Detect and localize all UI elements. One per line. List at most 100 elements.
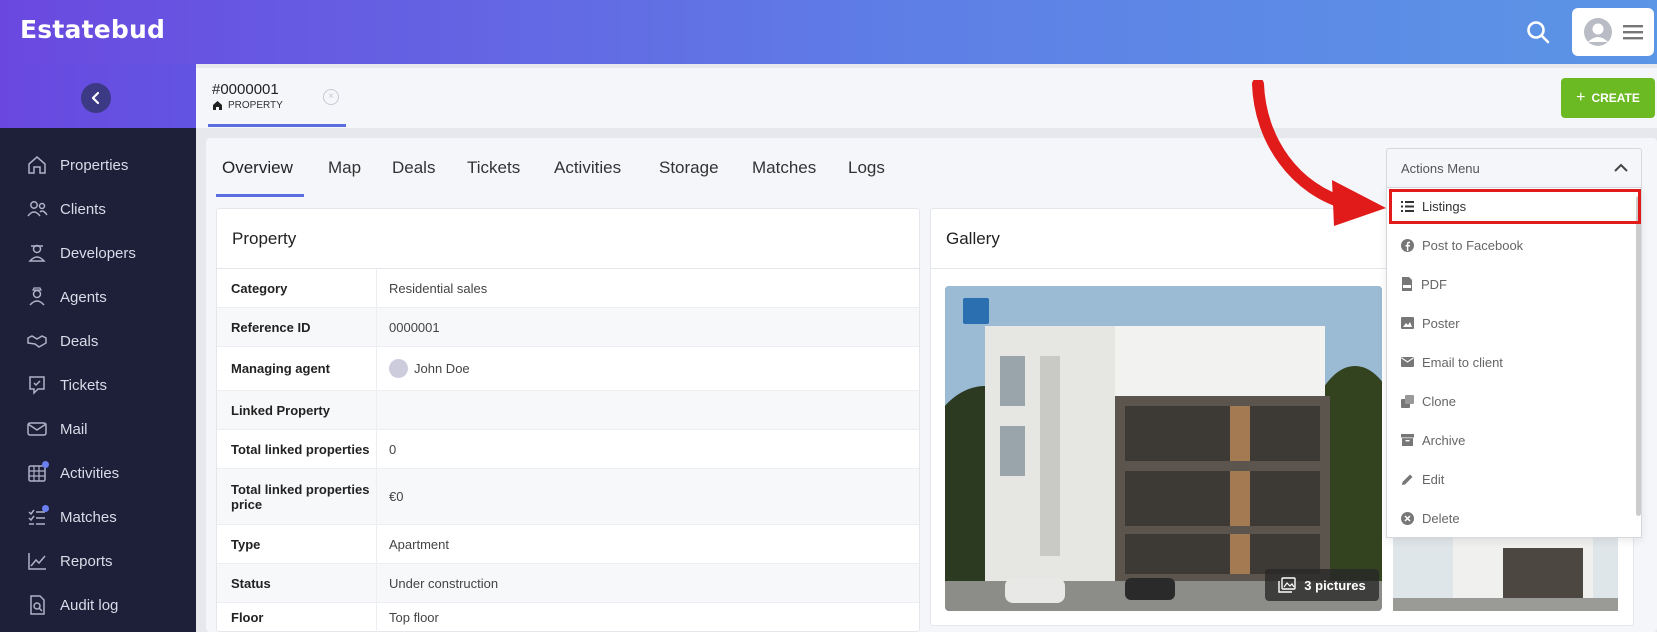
mail-icon <box>27 422 47 436</box>
sidebar-item-matches[interactable]: Matches <box>26 502 117 532</box>
activities-notification-dot <box>42 461 49 468</box>
actions-menu-label: Actions Menu <box>1401 160 1480 176</box>
create-button[interactable]: + CREATE <box>1561 78 1655 118</box>
active-subtab-indicator <box>216 194 304 197</box>
menu-item-archive[interactable]: Archive <box>1401 428 1465 452</box>
sidebar-item-developers[interactable]: Developers <box>26 238 136 268</box>
gallery-card-title: Gallery <box>946 229 1000 248</box>
sidebar-item-label: Activities <box>60 464 120 482</box>
sidebar-item-label: Clients <box>60 200 106 218</box>
sidebar-item-tickets[interactable]: Tickets <box>26 370 107 400</box>
gallery-thumbnail[interactable] <box>1393 538 1618 611</box>
sidebar-item-activities[interactable]: Activities <box>26 458 119 488</box>
avatar <box>1584 18 1612 46</box>
menu-item-poster[interactable]: Poster <box>1401 311 1460 335</box>
menu-item-pdf[interactable]: PDF <box>1401 272 1447 296</box>
row-value: 0000001 <box>389 319 440 335</box>
clone-icon <box>1401 394 1414 408</box>
create-label: CREATE <box>1591 91 1640 105</box>
sidebar-item-label: Properties <box>60 156 129 174</box>
archive-icon <box>1401 434 1414 446</box>
close-tab-button[interactable]: × <box>323 89 339 105</box>
chevron-left-icon <box>91 91 100 105</box>
handshake-icon <box>27 335 47 348</box>
row-value: John Doe <box>377 359 470 378</box>
table-row: Floor Top floor <box>217 603 919 632</box>
property-card-title: Property <box>232 229 297 248</box>
tab-overview[interactable]: Overview <box>222 158 293 178</box>
tab-activities[interactable]: Activities <box>554 158 621 178</box>
pictures-count-button[interactable]: 3 pictures <box>1265 569 1379 601</box>
tab-tickets[interactable]: Tickets <box>467 158 520 178</box>
ticket-icon <box>29 376 45 395</box>
menu-item-label: Poster <box>1422 315 1460 331</box>
menu-item-clone[interactable]: Clone <box>1401 389 1456 413</box>
app-logo[interactable]: Estatebud <box>20 15 165 44</box>
menu-item-edit[interactable]: Edit <box>1401 467 1444 491</box>
tab-deals[interactable]: Deals <box>392 158 435 178</box>
tab-storage[interactable]: Storage <box>659 158 719 178</box>
agent-icon <box>29 287 45 306</box>
table-row: Total linked properties price €0 <box>217 469 919 525</box>
image-icon <box>1401 317 1414 329</box>
table-row: Category Residential sales <box>217 269 919 308</box>
agent-name-link[interactable]: John Doe <box>414 361 470 376</box>
plus-icon: + <box>1576 89 1586 106</box>
menu-item-label: Edit <box>1422 471 1445 487</box>
search-icon[interactable] <box>1524 18 1552 46</box>
chart-icon <box>28 553 46 570</box>
sidebar-item-label: Tickets <box>60 376 107 394</box>
top-header <box>0 0 1657 64</box>
sidebar-item-label: Deals <box>60 332 99 350</box>
user-menu-button[interactable] <box>1572 8 1654 56</box>
envelope-icon <box>1401 357 1414 367</box>
row-key: Total linked properties price <box>217 469 377 524</box>
facebook-icon <box>1401 238 1414 252</box>
row-key: Type <box>217 525 377 563</box>
sidebar-item-label: Matches <box>60 508 117 526</box>
sidebar-item-mail[interactable]: Mail <box>26 414 88 444</box>
table-row: Reference ID 0000001 <box>217 308 919 347</box>
row-key: Total linked properties <box>217 430 377 468</box>
sidebar-item-clients[interactable]: Clients <box>26 194 106 224</box>
tab-matches[interactable]: Matches <box>752 158 816 178</box>
row-key: Linked Property <box>217 391 377 429</box>
menu-item-email-to-client[interactable]: Email to client <box>1401 350 1503 374</box>
pictures-count-label: 3 pictures <box>1304 577 1366 593</box>
avatar <box>389 359 408 378</box>
menu-item-label: PDF <box>1421 276 1447 292</box>
row-value: Under construction <box>389 575 499 591</box>
row-key: Reference ID <box>217 308 377 346</box>
menu-item-post-to-facebook[interactable]: Post to Facebook <box>1401 233 1523 257</box>
home-icon <box>28 156 46 174</box>
users-icon <box>27 201 48 217</box>
sidebar-item-deals[interactable]: Deals <box>26 326 98 356</box>
menu-item-label: Archive <box>1422 432 1466 448</box>
menu-item-delete[interactable]: Delete <box>1401 506 1460 530</box>
tab-map[interactable]: Map <box>328 158 361 178</box>
table-row: Managing agent John Doe <box>217 347 919 391</box>
collapse-sidebar-button[interactable] <box>81 83 111 113</box>
tab-logs[interactable]: Logs <box>848 158 885 178</box>
gallery-main-image[interactable] <box>945 286 1382 611</box>
delete-icon <box>1401 511 1414 525</box>
sidebar-item-label: Developers <box>60 244 136 262</box>
annotation-arrow-icon <box>1252 80 1386 226</box>
sidebar-item-label: Audit log <box>60 596 119 614</box>
row-value: €0 <box>389 489 404 504</box>
dropdown-scrollbar[interactable] <box>1636 196 1641 516</box>
sidebar-item-agents[interactable]: Agents <box>26 282 107 312</box>
actions-menu-toggle[interactable]: Actions Menu <box>1386 148 1642 188</box>
sidebar-item-label: Mail <box>60 420 88 438</box>
sidebar-item-audit-log[interactable]: Audit log <box>26 590 118 620</box>
table-row: Total linked properties 0 <box>217 430 919 469</box>
sidebar-item-properties[interactable]: Properties <box>26 150 128 180</box>
row-key: Category <box>217 269 377 307</box>
images-icon <box>1278 577 1296 593</box>
sidebar-item-reports[interactable]: Reports <box>26 546 113 576</box>
table-row: Linked Property <box>217 391 919 430</box>
menu-item-label: Clone <box>1422 393 1456 409</box>
record-tab-type[interactable]: PROPERTY <box>212 100 283 111</box>
row-key: Managing agent <box>217 347 377 390</box>
record-tab-id[interactable]: #0000001 <box>212 81 279 98</box>
